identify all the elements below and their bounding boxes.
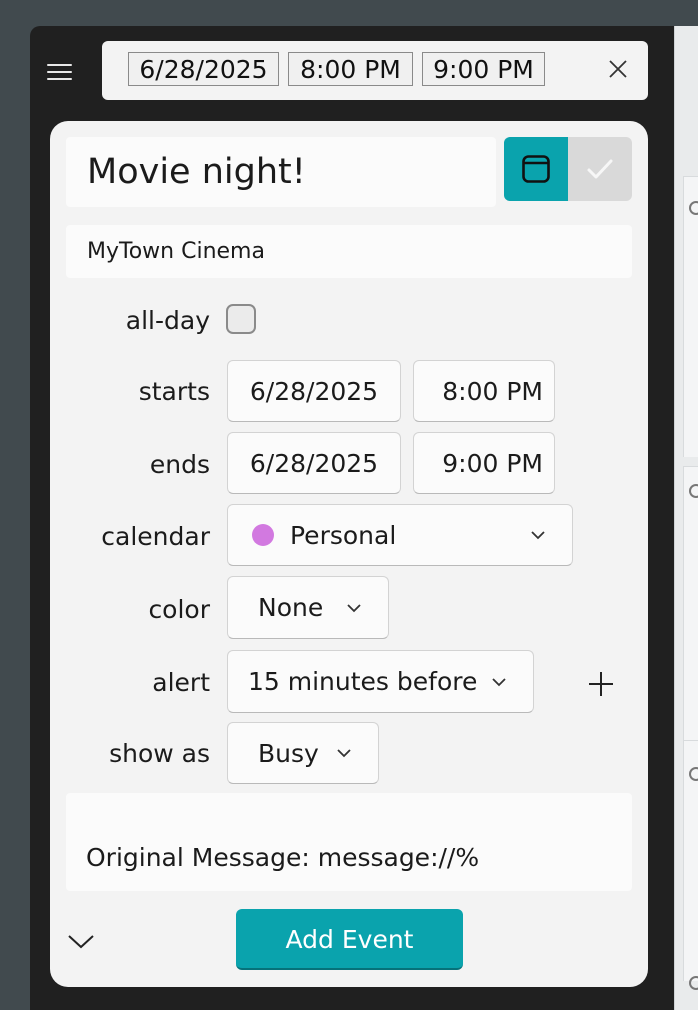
close-button[interactable] [602, 53, 634, 85]
starts-time-value: 8:00 PM [442, 376, 543, 406]
chevron-down-icon [531, 531, 545, 540]
ends-label: ends [149, 450, 210, 479]
show-as-dropdown[interactable]: Busy [227, 722, 379, 784]
alert-value: 15 minutes before [248, 667, 478, 696]
alert-dropdown[interactable]: 15 minutes before [227, 650, 534, 713]
close-icon [609, 60, 627, 78]
starts-label: starts [138, 377, 210, 406]
event-task-toggle[interactable] [504, 137, 632, 201]
summary-start-time-chip[interactable]: 8:00 PM [288, 52, 413, 86]
background-radio-icon [689, 484, 698, 498]
expand-more-chevron-icon[interactable] [66, 929, 96, 953]
event-form-card: Movie night! MyTown Cinema all-day start… [50, 121, 648, 987]
calendar-color-dot [252, 524, 274, 546]
chevron-down-icon [337, 749, 351, 758]
chevron-down-icon [492, 677, 506, 686]
alert-label: alert [152, 668, 210, 697]
event-location-input[interactable]: MyTown Cinema [66, 225, 632, 278]
background-radio-icon [689, 201, 698, 215]
color-value: None [258, 593, 324, 622]
color-label: color [148, 595, 210, 624]
calendar-value: Personal [290, 520, 397, 550]
show-as-label: show as [109, 739, 210, 768]
show-as-value: Busy [258, 738, 319, 768]
add-event-button[interactable]: Add Event [236, 909, 463, 970]
calendar-dropdown[interactable]: Personal [227, 504, 573, 566]
task-mode-button[interactable] [568, 137, 632, 201]
event-mode-button[interactable] [504, 137, 568, 201]
calendar-label: calendar [101, 522, 210, 551]
starts-time-picker[interactable]: 8:00 PM [413, 360, 555, 422]
starts-date-picker[interactable]: 6/28/2025 [227, 360, 401, 422]
hamburger-menu-icon[interactable] [46, 60, 74, 84]
all-day-checkbox[interactable] [226, 304, 256, 334]
event-notes-text: Original Message: message://% [86, 843, 480, 872]
starts-date-value: 6/28/2025 [249, 376, 379, 406]
ends-time-value: 9:00 PM [442, 448, 543, 478]
calendar-window-icon [522, 155, 550, 183]
checkmark-icon [587, 159, 613, 179]
event-summary-bar: 6/28/2025 8:00 PM 9:00 PM [102, 41, 648, 100]
background-app-panel [674, 26, 698, 1010]
all-day-label: all-day [125, 306, 210, 335]
ends-date-picker[interactable]: 6/28/2025 [227, 432, 401, 494]
event-notes-textarea[interactable]: Original Message: message://% [66, 793, 632, 891]
add-alert-plus-icon[interactable] [586, 669, 616, 699]
background-event-column [683, 466, 698, 767]
color-dropdown[interactable]: None [227, 576, 389, 639]
ends-time-picker[interactable]: 9:00 PM [413, 432, 555, 494]
summary-date-chip[interactable]: 6/28/2025 [128, 52, 279, 86]
chevron-down-icon [347, 603, 361, 612]
background-radio-icon [689, 767, 698, 781]
background-radio-icon [689, 976, 698, 990]
event-title-input[interactable]: Movie night! [66, 137, 496, 207]
background-event-column [683, 176, 698, 457]
summary-end-time-chip[interactable]: 9:00 PM [422, 52, 545, 86]
ends-date-value: 6/28/2025 [249, 448, 379, 478]
